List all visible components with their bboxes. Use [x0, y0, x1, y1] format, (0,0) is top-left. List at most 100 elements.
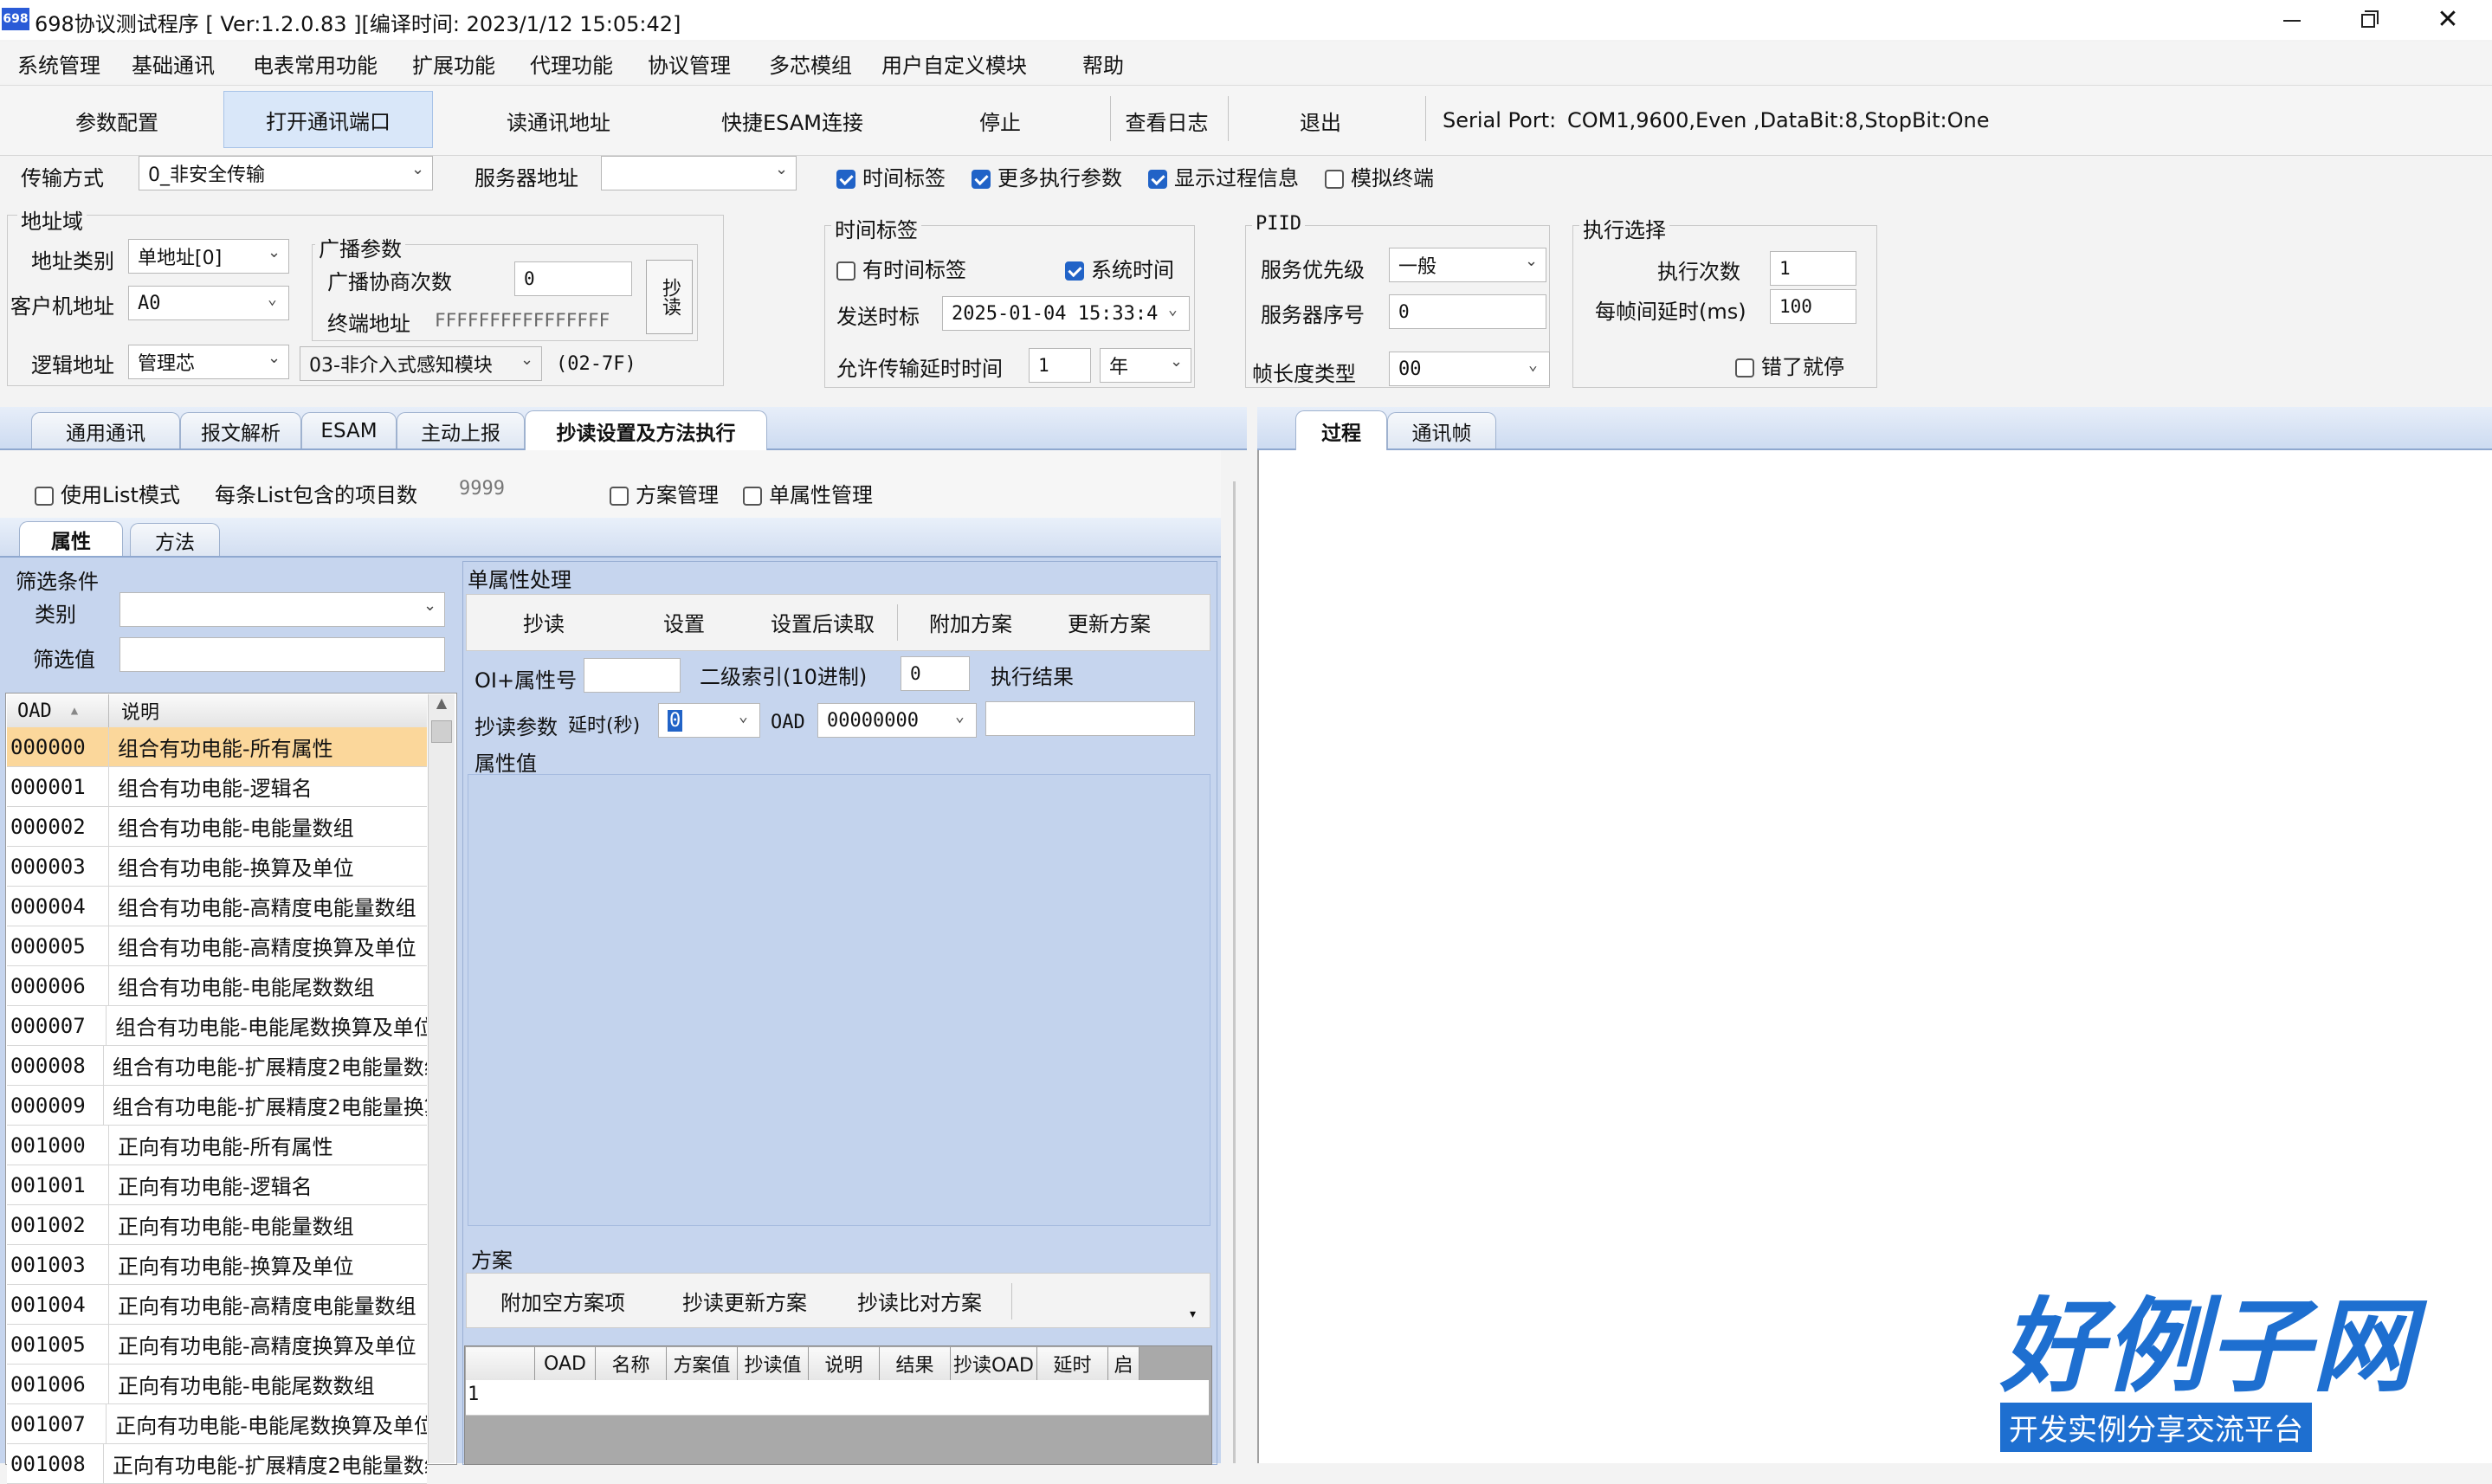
menu-item-0[interactable]: 系统管理	[17, 48, 100, 79]
list-items-value[interactable]: 9999	[459, 478, 505, 500]
read-compare-scheme-button[interactable]: 抄读比对方案	[842, 1274, 997, 1326]
table-row[interactable]: 001000 正向有功电能-所有属性	[7, 1126, 427, 1165]
table-row[interactable]: 001008 正向有功电能-扩展精度2电能量数组	[7, 1444, 427, 1484]
table-row[interactable]: 000002 组合有功电能-电能量数组	[7, 807, 427, 847]
table-row[interactable]: 001003 正向有功电能-换算及单位	[7, 1245, 427, 1285]
scheme-col-header[interactable]: 方案值	[667, 1347, 738, 1380]
menu-item-8[interactable]: 帮助	[1082, 48, 1124, 79]
overflow-icon[interactable]: ▾	[1190, 1307, 1196, 1321]
table-row[interactable]: 000003 组合有功电能-换算及单位	[7, 847, 427, 887]
quick-esam-button[interactable]: 快捷ESAM连接	[684, 94, 901, 146]
sim-terminal-checkbox[interactable]: 模拟终端	[1325, 161, 1434, 191]
server-address-select[interactable]: ⌄	[601, 156, 797, 190]
menu-item-2[interactable]: 电表常用功能	[253, 48, 378, 79]
oad-param-select[interactable]: 00000000 ⌄	[817, 703, 977, 738]
attr-value-area[interactable]	[468, 774, 1210, 1226]
tab-active-report[interactable]: 主动上报	[397, 412, 525, 448]
single-attr-checkbox[interactable]: 单属性管理	[743, 478, 873, 508]
menu-item-6[interactable]: 多芯模组	[769, 48, 852, 79]
scroll-thumb[interactable]	[431, 720, 452, 743]
menu-item-5[interactable]: 协议管理	[648, 48, 731, 79]
table-row[interactable]: 000001 组合有功电能-逻辑名	[7, 767, 427, 807]
close-icon[interactable]: ✕	[2424, 2, 2471, 36]
read-address-small-button[interactable]: 抄读	[646, 260, 693, 334]
table-row[interactable]: 000008 组合有功电能-扩展精度2电能量数组	[7, 1046, 427, 1086]
stop-on-error-checkbox[interactable]: 错了就停	[1735, 350, 1844, 380]
scheme-col-header[interactable]: OAD	[535, 1347, 596, 1380]
param-config-button[interactable]: 参数配置	[17, 94, 216, 146]
tab-process[interactable]: 过程	[1295, 410, 1387, 450]
desc-column-header[interactable]: 说明	[109, 697, 159, 725]
time-tag-checkbox[interactable]: 时间标签	[836, 161, 946, 191]
table-row[interactable]: 001002 正向有功电能-电能量数组	[7, 1205, 427, 1245]
table-row[interactable]: 001007 正向有功电能-电能尾数换算及单位	[7, 1404, 427, 1444]
logic-address-select[interactable]: 管理芯 ⌄	[128, 345, 289, 379]
table-row[interactable]: 000000 组合有功电能-所有属性	[7, 727, 427, 767]
table-row[interactable]: 000006 组合有功电能-电能尾数数组	[7, 966, 427, 1006]
read-update-scheme-button[interactable]: 抄读更新方案	[667, 1274, 823, 1326]
table-row[interactable]: 001001 正向有功电能-逻辑名	[7, 1165, 427, 1205]
list-mode-checkbox[interactable]: 使用List模式	[35, 478, 180, 508]
server-seq-input[interactable]: 0	[1389, 294, 1546, 329]
menu-item-3[interactable]: 扩展功能	[412, 48, 495, 79]
table-row[interactable]: 001004 正向有功电能-高精度电能量数组	[7, 1285, 427, 1325]
scheme-col-header[interactable]: 说明	[809, 1347, 880, 1380]
tab-read-settings[interactable]: 抄读设置及方法执行	[525, 410, 767, 450]
second-index-input[interactable]: 0	[901, 656, 970, 691]
frame-delay-input[interactable]: 100	[1770, 289, 1856, 324]
stop-button[interactable]: 停止	[918, 94, 1082, 146]
transfer-mode-select[interactable]: 0_非安全传输 ⌄	[139, 156, 433, 190]
allowed-delay-input[interactable]: 1	[1029, 348, 1091, 383]
table-row[interactable]: 000009 组合有功电能-扩展精度2电能量换算	[7, 1086, 427, 1126]
table-row[interactable]: 001006 正向有功电能-电能尾数数组	[7, 1365, 427, 1404]
oad-column-header[interactable]: OAD ▲	[7, 694, 109, 727]
scheme-col-header[interactable]: 结果	[880, 1347, 951, 1380]
set-then-read-button[interactable]: 设置后读取	[762, 596, 883, 648]
delay-unit-select[interactable]: 年 ⌄	[1100, 348, 1191, 383]
table-row[interactable]: 000005 组合有功电能-高精度换算及单位	[7, 926, 427, 966]
broadcast-count-input[interactable]: 0	[514, 261, 632, 296]
menu-item-4[interactable]: 代理功能	[530, 48, 613, 79]
service-priority-select[interactable]: 一般 ⌄	[1389, 248, 1546, 282]
delay-seconds-select[interactable]: 0 ⌄	[658, 703, 760, 738]
filter-type-select[interactable]: ⌄	[119, 592, 445, 627]
system-time-checkbox[interactable]: 系统时间	[1065, 253, 1174, 283]
scheme-col-header[interactable]: 抄读OAD	[951, 1347, 1037, 1380]
filter-value-input[interactable]	[119, 637, 445, 672]
read-address-button[interactable]: 读通讯地址	[450, 94, 667, 146]
scheme-col-header[interactable]: 抄读值	[738, 1347, 809, 1380]
restore-icon[interactable]	[2345, 3, 2392, 38]
open-port-button[interactable]: 打开通讯端口	[223, 91, 433, 148]
table-row[interactable]: 000004 组合有功电能-高精度电能量数组	[7, 887, 427, 926]
show-process-checkbox[interactable]: 显示过程信息	[1148, 161, 1299, 191]
tab-methods[interactable]: 方法	[130, 523, 220, 556]
tab-esam[interactable]: ESAM	[301, 412, 397, 448]
frame-length-select[interactable]: 00 ⌄	[1389, 352, 1550, 386]
tab-attributes[interactable]: 属性	[19, 521, 123, 556]
table-row[interactable]: 000007 组合有功电能-电能尾数换算及单位	[7, 1006, 427, 1046]
minimize-icon[interactable]	[2269, 3, 2315, 38]
scheme-row[interactable]	[466, 1380, 1209, 1416]
tab-message-parse[interactable]: 报文解析	[180, 412, 301, 448]
add-empty-scheme-button[interactable]: 附加空方案项	[485, 1274, 641, 1326]
exec-count-input[interactable]: 1	[1770, 251, 1856, 286]
scheme-col-header[interactable]: 启	[1108, 1347, 1139, 1380]
set-button[interactable]: 设置	[615, 596, 753, 648]
table-row[interactable]: 001005 正向有功电能-高精度换算及单位	[7, 1325, 427, 1365]
send-time-picker[interactable]: 2025-01-04 15:33:4 ⌄	[942, 296, 1190, 331]
menu-item-1[interactable]: 基础通讯	[132, 48, 215, 79]
client-address-select[interactable]: A0 ⌄	[128, 286, 289, 320]
module-type-select[interactable]: 03-非介入式感知模块 ⌄	[300, 346, 542, 381]
more-params-checkbox[interactable]: 更多执行参数	[972, 161, 1122, 191]
oi-attr-input[interactable]	[584, 658, 681, 693]
append-scheme-button[interactable]: 附加方案	[906, 596, 1036, 648]
tab-comm-frame[interactable]: 通讯帧	[1387, 412, 1496, 448]
has-time-tag-checkbox[interactable]: 有时间标签	[836, 253, 966, 283]
view-log-button[interactable]: 查看日志	[1117, 94, 1217, 146]
address-type-select[interactable]: 单地址[0] ⌄	[128, 239, 289, 274]
update-scheme-button[interactable]: 更新方案	[1044, 596, 1174, 648]
scheme-manage-checkbox[interactable]: 方案管理	[610, 478, 719, 508]
tab-general-comm[interactable]: 通用通讯	[31, 412, 180, 448]
scheme-col-header[interactable]: 名称	[596, 1347, 667, 1380]
read-button[interactable]: 抄读	[475, 596, 613, 648]
